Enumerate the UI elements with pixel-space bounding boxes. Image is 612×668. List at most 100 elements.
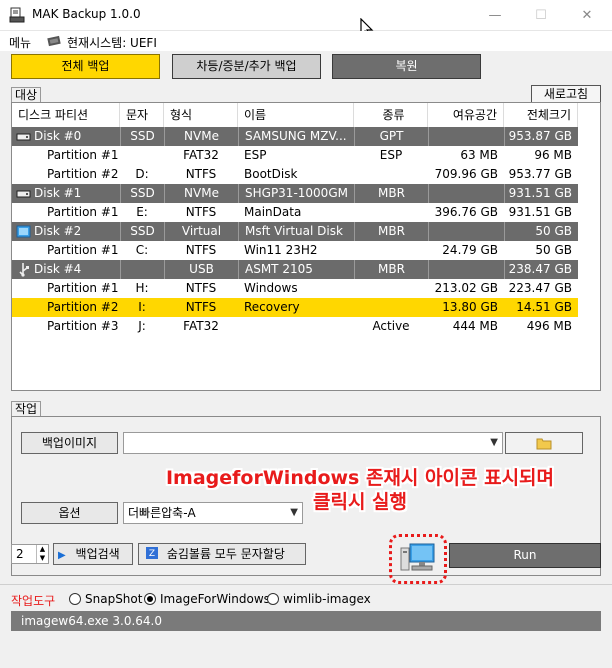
radio-dot [267, 593, 279, 605]
cell-type [354, 298, 428, 317]
svg-text:Z: Z [149, 549, 155, 559]
cell-format: FAT32 [183, 148, 219, 162]
cell-partition: Disk #4 [34, 262, 82, 276]
cell-type: GPT [354, 127, 428, 146]
partition-row[interactable]: Partition #3 J: FAT32 Active 444 MB 496 MB [12, 317, 578, 336]
status-bar: imagew64.exe 3.0.64.0 [11, 611, 601, 631]
cell-format: FAT32 [183, 319, 219, 333]
cell-format: NTFS [185, 281, 217, 295]
cell-partition: Partition #1 [47, 243, 119, 257]
radio-dot [144, 593, 156, 605]
column-header-format[interactable]: 형식 [164, 103, 238, 127]
cell-free: 13.80 GB [442, 300, 498, 314]
cell-name: BootDisk [244, 167, 298, 181]
options-value: 더빠른압축-A [128, 506, 196, 520]
restore-button[interactable]: 복원 [332, 54, 481, 79]
cell-partition: Partition #2 [47, 167, 119, 181]
close-button[interactable]: ✕ [564, 0, 610, 31]
cell-type: MBR [354, 260, 428, 279]
annotation-line-1: ImageforWindows 존재시 아이콘 표시되며 [165, 467, 555, 489]
column-header-free[interactable]: 여유공간 [428, 103, 504, 127]
cell-total: 223.47 GB [508, 281, 572, 295]
cell-letter: C: [135, 243, 149, 257]
cell-letter: SSD [120, 222, 164, 241]
imageforwindows-launch-button[interactable] [389, 534, 447, 584]
minimize-button[interactable]: — [472, 0, 518, 31]
backup-image-button[interactable]: 백업이미지 [21, 432, 118, 454]
window-title: MAK Backup 1.0.0 [32, 7, 141, 21]
cell-type: MBR [354, 222, 428, 241]
status-text: imagew64.exe 3.0.64.0 [21, 614, 162, 628]
cell-letter [120, 260, 164, 279]
cell-name [238, 317, 354, 336]
browse-folder-button[interactable] [505, 432, 583, 454]
backup-search-label: 백업검색 [75, 547, 120, 561]
cell-free: 24.79 GB [442, 243, 498, 257]
partition-row[interactable]: Partition #1 C: NTFS Win11 23H2 24.79 GB 50 G… [12, 241, 578, 260]
cell-letter: SSD [120, 184, 164, 203]
column-header-letter[interactable]: 문자 [120, 103, 164, 127]
cell-format: NTFS [185, 205, 217, 219]
partition-row[interactable]: Partition #2 I: NTFS Recovery 13.80 GB 14.51 … [12, 298, 578, 317]
partition-row[interactable]: Partition #1 H: NTFS Windows 213.02 GB 223.47… [12, 279, 578, 298]
partition-row[interactable]: Partition #2 D: NTFS BootDisk 709.96 GB 953.7… [12, 165, 578, 184]
disk-row[interactable]: Disk #1 SSD NVMe SHGP31-1000GM MBR 931.51 GB [12, 184, 578, 203]
cell-free [428, 222, 504, 241]
column-header-name[interactable]: 이름 [238, 103, 354, 127]
run-button[interactable]: Run [449, 543, 601, 568]
column-header-total[interactable]: 전체크기 [504, 103, 578, 127]
target-tab: 대상 [11, 87, 42, 103]
options-button[interactable]: 옵션 [21, 502, 118, 524]
radio-imageforwindows-label: ImageForWindows [160, 592, 270, 606]
stepper-arrows[interactable]: ▲ ▼ [36, 545, 48, 563]
radio-wimlib[interactable]: wimlib-imagex [267, 592, 371, 606]
partition-row[interactable]: Partition #1 E: NTFS MainData 396.76 GB 931.5… [12, 203, 578, 222]
full-backup-button[interactable]: 전체 백업 [11, 54, 160, 79]
incremental-backup-button[interactable]: 차등/증분/추가 백업 [172, 54, 321, 79]
menu-button[interactable]: 메뉴 [9, 34, 31, 51]
cell-total: 931.51 GB [504, 184, 578, 203]
maximize-button[interactable]: ☐ [518, 0, 564, 31]
column-header-partition[interactable]: 디스크 파티션 [12, 103, 120, 127]
folder-icon [536, 438, 552, 450]
refresh-button[interactable]: 새로고침 [531, 85, 601, 103]
cell-total: 496 MB [526, 319, 572, 333]
cell-name: ESP [244, 148, 267, 162]
column-header-type[interactable]: 종류 [354, 103, 428, 127]
cell-letter: D: [135, 167, 149, 181]
chip-icon [47, 35, 61, 47]
app-icon [9, 7, 25, 23]
disk-row[interactable]: Disk #0 SSD NVMe SAMSUNG MZV... GPT 953.87 GB [12, 127, 578, 146]
backup-search-button[interactable]: ▶ 백업검색 [53, 543, 133, 565]
virtual-disk-icon [16, 225, 31, 238]
search-count-stepper[interactable]: 2 ▲ ▼ [11, 544, 49, 564]
options-combo[interactable]: 더빠른압축-A ▼ [123, 502, 303, 524]
play-icon: ▶ [58, 550, 66, 561]
radio-wimlib-label: wimlib-imagex [283, 592, 371, 606]
cell-letter: SSD [120, 127, 164, 146]
cell-partition: Disk #2 [34, 224, 82, 238]
disk-list[interactable]: 디스크 파티션 문자 형식 이름 종류 여유공간 전체크기 Disk #0 SSD… [11, 102, 601, 391]
partition-row[interactable]: Partition #1 FAT32 ESP ESP 63 MB 96 MB [12, 146, 578, 165]
cell-partition: Partition #1 [47, 281, 119, 295]
cell-free: 444 MB [452, 319, 498, 333]
cell-format: NTFS [185, 300, 217, 314]
radio-dot [69, 593, 81, 605]
radio-snapshot[interactable]: SnapShot [69, 592, 142, 606]
title-bar: MAK Backup 1.0.0 — ☐ ✕ [0, 0, 612, 31]
hdd-icon [16, 190, 31, 198]
cell-type: MBR [354, 184, 428, 203]
disk-row[interactable]: Disk #4 USB ASMT 2105 MBR 238.47 GB [12, 260, 578, 279]
cell-letter: E: [136, 205, 148, 219]
cell-total: 931.51 GB [508, 205, 572, 219]
assign-letters-button[interactable]: Z 숨김볼륨 모두 문자할당 [138, 543, 306, 565]
cell-free [428, 260, 504, 279]
cell-free [428, 127, 504, 146]
backup-image-path-combo[interactable]: ▼ [123, 432, 503, 454]
disk-row[interactable]: Disk #2 SSD Virtual Msft Virtual Disk MBR 50 … [12, 222, 578, 241]
cell-total: 50 GB [504, 222, 578, 241]
cell-free: 63 MB [460, 148, 498, 162]
menu-bar: 메뉴 현재시스템: UEFI [0, 31, 612, 51]
current-system-label: 현재시스템: UEFI [67, 36, 157, 50]
radio-imageforwindows[interactable]: ImageForWindows [144, 592, 270, 606]
